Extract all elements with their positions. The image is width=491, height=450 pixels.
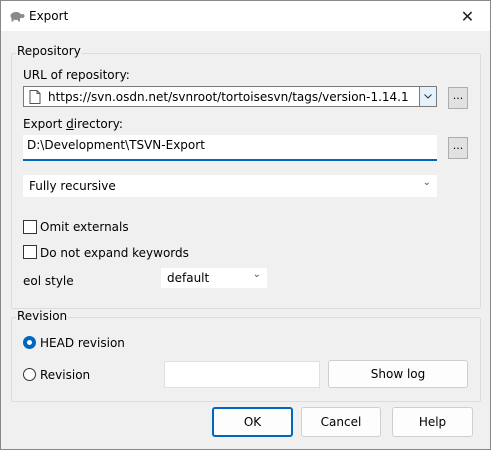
show-log-button[interactable]: Show log xyxy=(328,360,468,388)
url-browse-label: ... xyxy=(452,89,464,102)
eol-style-value: default xyxy=(167,271,210,285)
omit-externals-label[interactable]: Omit externals xyxy=(40,220,129,234)
url-browse-button[interactable]: ... xyxy=(448,87,468,109)
dir-browse-button[interactable]: ... xyxy=(448,137,468,159)
depth-value: Fully recursive xyxy=(29,179,116,193)
export-dir-value: D:\Development\TSVN-Export xyxy=(27,138,205,152)
chevron-down-icon: ⌄ xyxy=(422,177,431,188)
repository-group-title: Repository xyxy=(16,44,82,58)
chevron-down-icon: ⌄ xyxy=(252,269,261,280)
title-bar: Export ✕ xyxy=(1,1,490,31)
head-revision-radio[interactable] xyxy=(23,336,36,349)
tortoise-icon xyxy=(10,12,25,22)
help-button[interactable]: Help xyxy=(392,407,473,437)
cancel-button[interactable]: Cancel xyxy=(301,407,381,437)
head-revision-label[interactable]: HEAD revision xyxy=(40,336,125,350)
url-label: URL of repository: xyxy=(23,68,130,82)
window-title: Export xyxy=(29,9,69,23)
no-expand-keywords-checkbox[interactable] xyxy=(23,245,37,259)
revision-radio[interactable] xyxy=(23,368,36,381)
url-dropdown-button[interactable] xyxy=(419,87,436,106)
eol-style-label: eol style xyxy=(23,274,74,288)
show-log-label: Show log xyxy=(370,367,426,381)
export-dialog: Export ✕ Repository URL of repository: h… xyxy=(0,0,491,450)
export-dir-label: Export directory: xyxy=(23,117,123,131)
omit-externals-checkbox[interactable] xyxy=(23,220,37,234)
depth-select[interactable]: Fully recursive ⌄ xyxy=(23,175,437,197)
export-dir-input[interactable]: D:\Development\TSVN-Export xyxy=(23,135,437,161)
file-icon xyxy=(29,90,41,104)
no-expand-keywords-label[interactable]: Do not expand keywords xyxy=(40,246,189,260)
url-combo[interactable]: https://svn.osdn.net/svnroot/tortoisesvn… xyxy=(23,86,437,107)
chevron-down-icon xyxy=(424,94,432,99)
eol-style-select[interactable]: default ⌄ xyxy=(161,268,267,288)
revision-label[interactable]: Revision xyxy=(40,368,90,382)
help-label: Help xyxy=(418,415,447,429)
dir-browse-label: ... xyxy=(452,139,464,152)
close-icon: ✕ xyxy=(460,6,475,26)
ok-label: OK xyxy=(243,415,262,429)
close-button[interactable]: ✕ xyxy=(445,1,490,31)
revision-input[interactable] xyxy=(164,361,320,388)
cancel-label: Cancel xyxy=(320,415,362,429)
ok-button[interactable]: OK xyxy=(212,407,293,437)
url-value: https://svn.osdn.net/svnroot/tortoisesvn… xyxy=(48,90,409,104)
revision-group-title: Revision xyxy=(16,309,69,323)
